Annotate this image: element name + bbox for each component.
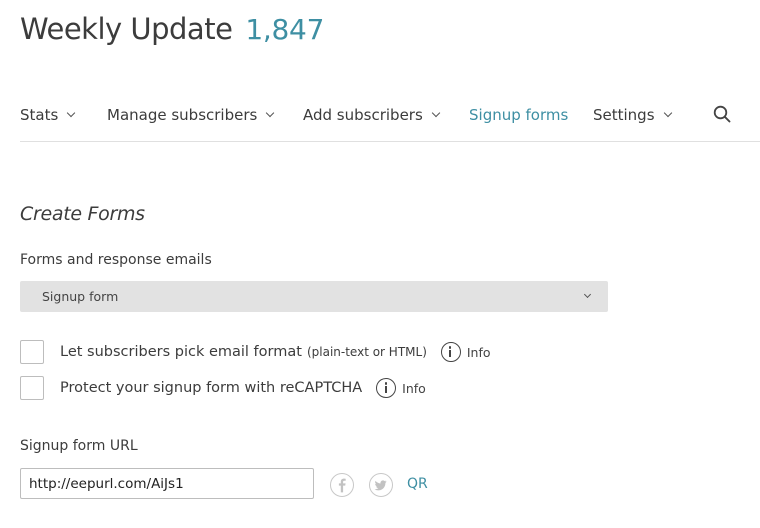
forms-select-label: Forms and response emails [20, 252, 212, 268]
recaptcha-info[interactable]: Info [376, 378, 426, 398]
chevron-down-icon [663, 108, 672, 118]
nav-stats[interactable]: Stats [20, 106, 76, 124]
recaptcha-option: Protect your signup form with reCAPTCHA … [20, 376, 426, 400]
subscriber-count: 1,847 [245, 13, 325, 46]
forms-select[interactable]: Signup form [20, 281, 608, 312]
chevron-down-icon [67, 108, 76, 118]
chevron-down-icon [431, 108, 441, 118]
recaptcha-checkbox[interactable] [20, 376, 44, 400]
email-format-option: Let subscribers pick email format (plain… [20, 340, 491, 364]
email-format-label: Let subscribers pick email format [60, 344, 302, 360]
signup-url-input[interactable] [20, 468, 314, 499]
nav-settings[interactable]: Settings [593, 106, 672, 124]
twitter-icon [374, 480, 387, 491]
nav-stats-label: Stats [20, 106, 59, 124]
nav-manage-subscribers-label: Manage subscribers [107, 106, 258, 124]
nav-signup-forms-label: Signup forms [469, 106, 569, 124]
info-icon [440, 342, 461, 362]
chevron-down-icon [266, 108, 275, 118]
recaptcha-label: Protect your signup form with reCAPTCHA [60, 380, 363, 396]
search-icon[interactable] [713, 105, 731, 123]
section-title: Create Forms [20, 203, 145, 225]
nav-add-subscribers-label: Add subscribers [303, 106, 423, 124]
nav-manage-subscribers[interactable]: Manage subscribers [107, 106, 275, 124]
page-title: Weekly Update [20, 12, 233, 46]
chevron-down-icon [583, 290, 592, 299]
nav-settings-label: Settings [593, 106, 655, 124]
facebook-icon [338, 478, 346, 493]
nav-add-subscribers[interactable]: Add subscribers [303, 106, 441, 124]
twitter-share-button[interactable] [369, 473, 393, 497]
main-nav: Stats Manage subscribers Add subscribers… [20, 96, 760, 142]
email-format-checkbox[interactable] [20, 340, 44, 364]
facebook-share-button[interactable] [330, 473, 354, 497]
email-format-info[interactable]: Info [440, 342, 491, 362]
email-format-hint: (plain-text or HTML) [306, 345, 427, 359]
signup-url-label: Signup form URL [20, 438, 138, 454]
info-label: Info [466, 344, 491, 360]
info-label: Info [402, 380, 426, 396]
qr-link[interactable]: QR [407, 476, 428, 492]
info-icon [376, 378, 397, 398]
page-header: Weekly Update 1,847 [20, 12, 324, 46]
forms-select-value: Signup form [42, 289, 119, 304]
nav-signup-forms[interactable]: Signup forms [469, 106, 568, 124]
